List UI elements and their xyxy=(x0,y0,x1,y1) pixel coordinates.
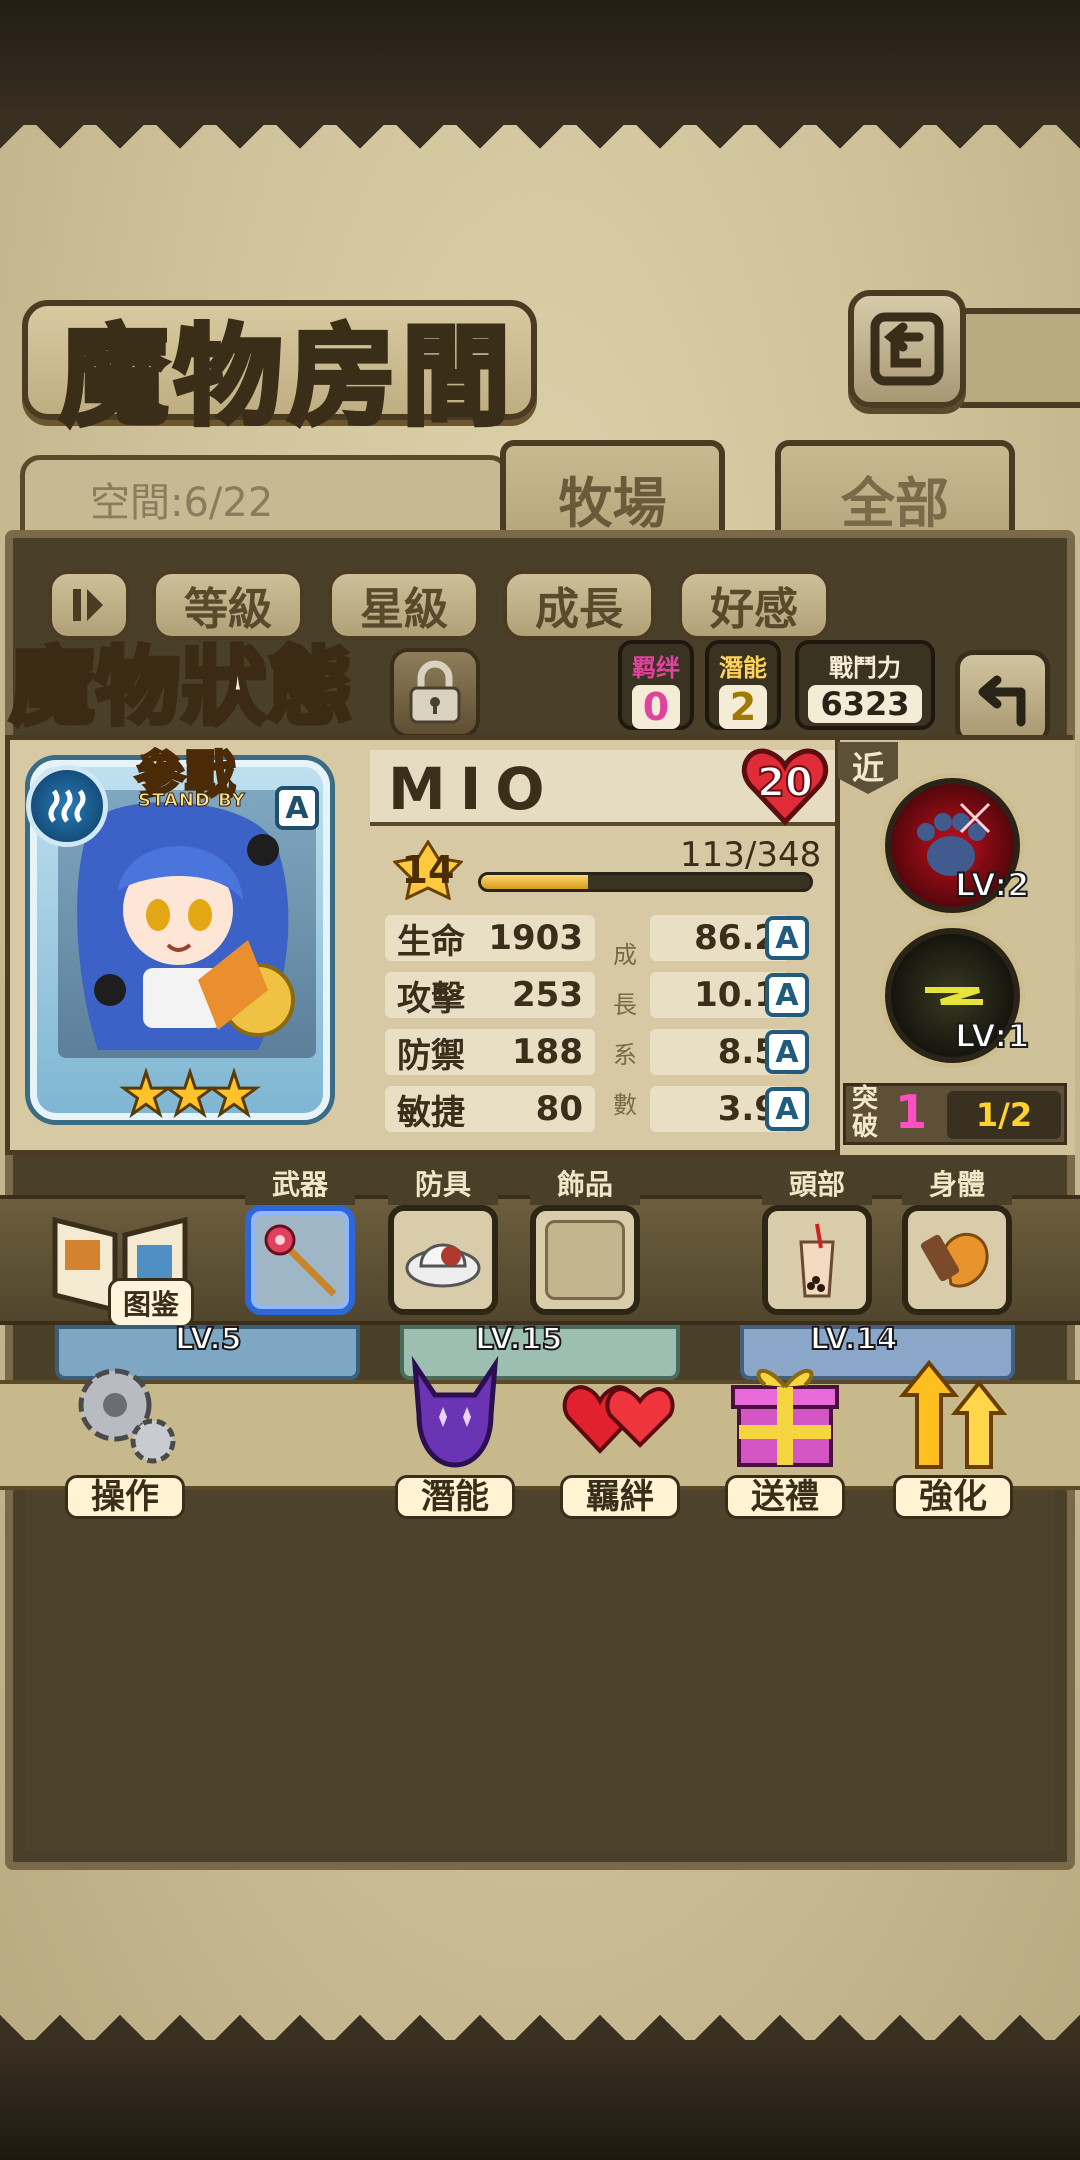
potential-value: 2 xyxy=(719,685,767,729)
breakthrough-label: 突破 xyxy=(852,1084,879,1142)
growth-label-char: 成 xyxy=(613,941,637,969)
star-rating: ★★★ xyxy=(119,1059,262,1130)
skill-1-level: LV:2 xyxy=(954,865,1030,905)
bond-label: 羁绊 xyxy=(632,654,680,682)
empty-slot xyxy=(545,1220,625,1300)
zigzag-border-top xyxy=(0,120,1080,175)
star-icon: ★ xyxy=(207,1059,262,1130)
rarity-badge: A xyxy=(275,786,319,830)
back-button-extension xyxy=(960,308,1080,408)
stat-name: 生命 xyxy=(397,921,465,962)
bond-action-label: 羈絆 xyxy=(560,1475,680,1519)
sort-affection-button[interactable]: 好感 xyxy=(678,570,830,640)
experience-bar-fill xyxy=(481,875,588,889)
scepter-icon xyxy=(264,1224,337,1297)
operation-label: 操作 xyxy=(65,1475,185,1519)
grade-hp: A xyxy=(765,916,809,960)
return-button[interactable] xyxy=(848,290,966,408)
grade-agility: A xyxy=(765,1087,809,1131)
equip-slot-armor[interactable] xyxy=(388,1205,498,1315)
upgrade-action-label: 強化 xyxy=(893,1475,1013,1519)
demon-icon xyxy=(411,1355,499,1468)
stat-name: 攻擊 xyxy=(397,978,465,1019)
stat-row-defense: 防禦 188 xyxy=(385,1029,595,1076)
water-element-icon xyxy=(26,765,108,847)
list-item-level: LV.15 xyxy=(474,1321,563,1358)
grade-defense: A xyxy=(765,1030,809,1074)
slot-label-body: 身體 xyxy=(902,1165,1012,1205)
status-title: 魔物狀態 xyxy=(7,635,355,739)
stat-row-hp: 生命 1903 xyxy=(385,915,595,962)
star-icon: ★ xyxy=(163,1059,218,1130)
standby-label: STAND BY xyxy=(138,790,246,812)
stat-value: 1903 xyxy=(488,918,583,958)
equip-slot-weapon[interactable] xyxy=(245,1205,355,1315)
lock-button[interactable] xyxy=(390,648,480,738)
growth-label-char: 系 xyxy=(613,1041,637,1069)
bond-stat: 羁绊 0 xyxy=(618,640,694,730)
power-stat: 戰鬥力 6323 xyxy=(795,640,935,730)
potential-action-label: 潛能 xyxy=(395,1475,515,1519)
return-icon xyxy=(870,312,944,386)
operation-button[interactable]: 操作 xyxy=(60,1355,190,1520)
experience-bar xyxy=(478,872,813,892)
upgrade-arrows-icon xyxy=(898,1359,1008,1469)
chicken-leg-icon xyxy=(920,1232,989,1288)
slot-label-armor: 防具 xyxy=(388,1165,498,1205)
stat-row-attack: 攻擊 253 xyxy=(385,972,595,1019)
power-value: 6323 xyxy=(808,685,922,723)
potential-stat: 潛能 2 xyxy=(705,640,781,730)
padlock-icon xyxy=(409,660,461,724)
star-level-value: 14 xyxy=(401,848,455,892)
slot-label-head: 頭部 xyxy=(762,1165,872,1205)
grade-attack: A xyxy=(765,973,809,1017)
monster-name: MIO xyxy=(388,755,559,823)
equip-slot-body[interactable] xyxy=(902,1205,1012,1315)
bond-button[interactable]: 羈絆 xyxy=(555,1355,685,1520)
power-label: 戰鬥力 xyxy=(829,654,901,682)
experience-text: 113/348 xyxy=(680,835,822,875)
gear-icon xyxy=(78,1368,176,1464)
codex-label: 图鉴 xyxy=(108,1278,195,1328)
stat-value: 80 xyxy=(535,1089,583,1129)
bond-value: 0 xyxy=(632,685,680,729)
zigzag-border-bottom xyxy=(0,1985,1080,2045)
star-icon: ★ xyxy=(119,1059,174,1130)
potential-label: 潛能 xyxy=(719,654,767,682)
breakthrough-progress: 1/2 xyxy=(947,1091,1061,1139)
potential-button[interactable]: 潛能 xyxy=(390,1355,520,1520)
status-back-button[interactable] xyxy=(955,650,1050,745)
back-arrow-icon xyxy=(978,675,1025,726)
breakthrough-count: 1 xyxy=(895,1085,928,1139)
space-counter: 空間:6/22 xyxy=(90,480,274,526)
stat-name: 防禦 xyxy=(397,1035,465,1076)
slot-label-accessory: 飾品 xyxy=(530,1165,640,1205)
equip-slot-head[interactable] xyxy=(762,1205,872,1315)
gift-action-label: 送禮 xyxy=(725,1475,845,1519)
upgrade-button[interactable]: 強化 xyxy=(888,1355,1018,1520)
bottom-dark-band xyxy=(0,2040,1080,2160)
hearts-icon xyxy=(562,1385,675,1454)
stat-name: 敏捷 xyxy=(397,1092,465,1133)
sort-growth-button[interactable]: 成長 xyxy=(503,570,655,640)
hat-icon xyxy=(405,1243,481,1288)
bubble-tea-icon xyxy=(799,1223,835,1298)
top-dark-band xyxy=(0,0,1080,125)
skill-2-level: LV:1 xyxy=(954,1016,1030,1056)
gift-icon xyxy=(731,1368,839,1467)
equip-slot-accessory[interactable] xyxy=(530,1205,640,1315)
list-item-level: LV.14 xyxy=(809,1321,898,1358)
gift-button[interactable]: 送禮 xyxy=(720,1355,850,1520)
monster-level: 20 xyxy=(756,759,814,807)
stat-row-agility: 敏捷 80 xyxy=(385,1086,595,1133)
slot-label-weapon: 武器 xyxy=(245,1165,355,1205)
growth-label-char: 長 xyxy=(613,991,637,1019)
page-title: 魔物房間 xyxy=(57,312,517,443)
stat-value: 253 xyxy=(512,975,583,1015)
stat-value: 188 xyxy=(512,1032,583,1072)
list-item-level: LV.5 xyxy=(174,1321,243,1358)
growth-label-char: 數 xyxy=(613,1091,637,1119)
